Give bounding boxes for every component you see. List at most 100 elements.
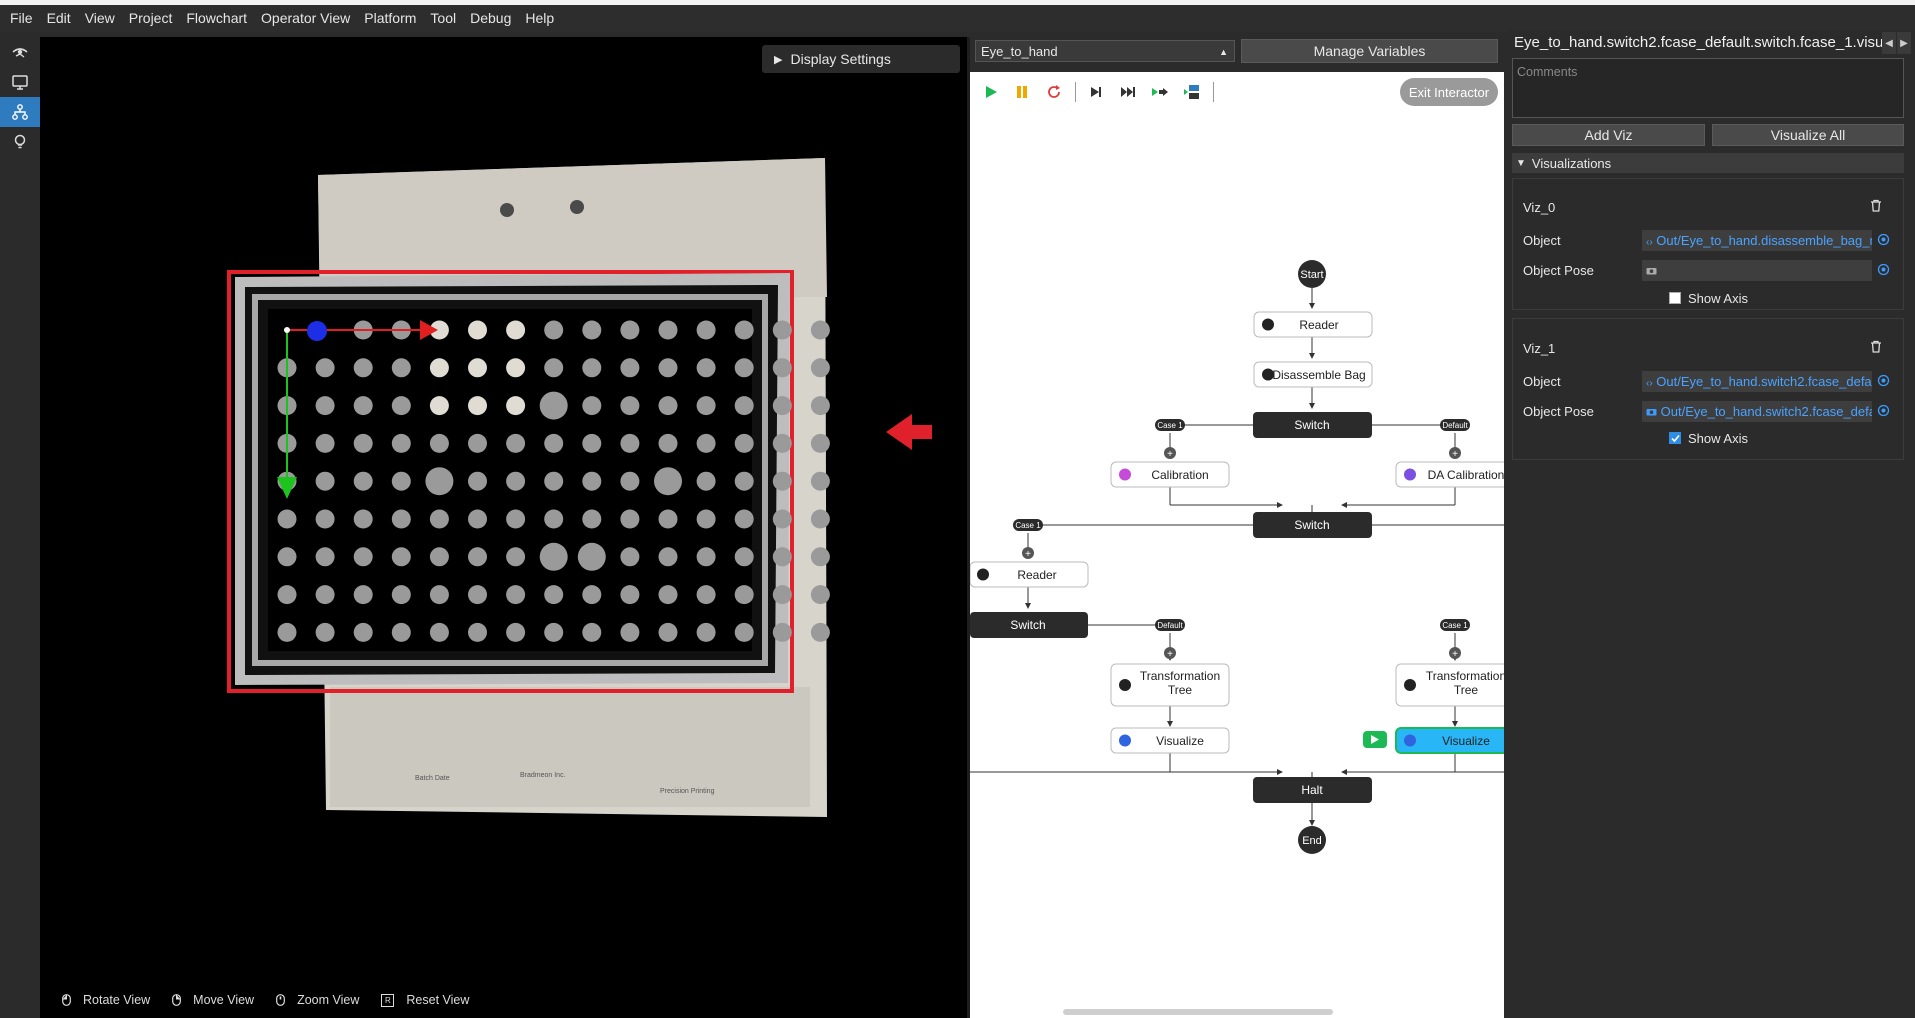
visualizations-section-header[interactable]: ▼ Visualizations	[1512, 153, 1904, 173]
grid-dot	[810, 471, 830, 491]
viz-1-object-target-button[interactable]	[1877, 374, 1890, 390]
manage-variables-button[interactable]: Manage Variables	[1241, 39, 1498, 63]
title-scroll-right-button[interactable]: ▶	[1897, 32, 1911, 54]
camera-icon	[1646, 268, 1657, 275]
grid-dot	[658, 396, 678, 416]
reset-button[interactable]	[1045, 83, 1063, 101]
grid-dot	[810, 358, 830, 378]
visualize-all-button[interactable]: Visualize All	[1712, 124, 1904, 146]
grid-dot	[544, 509, 564, 529]
node-switch-2-label: Switch	[1294, 518, 1329, 532]
viz-1-pose-field[interactable]: Out/Eye_to_hand.switch2.fcase_defau	[1642, 401, 1872, 422]
exit-interactor-button[interactable]: Exit Interactor	[1400, 78, 1498, 106]
grid-dot	[429, 509, 449, 529]
grid-dot	[468, 509, 487, 529]
comments-field[interactable]: Comments	[1512, 58, 1904, 118]
toolbar-divider-2	[1213, 82, 1214, 102]
svg-text:Precision Printing: Precision Printing	[660, 788, 715, 795]
grid-dot	[620, 622, 640, 642]
grid-dot	[468, 320, 487, 340]
display-settings-toggle[interactable]: ▶ Display Settings	[762, 45, 960, 73]
toolbar-bulb-button[interactable]	[0, 127, 40, 157]
viz-1-pose-label: Object Pose	[1523, 404, 1594, 419]
menu-project[interactable]: Project	[122, 5, 180, 32]
grid-dot	[772, 320, 792, 340]
chevron-right-icon: ▶	[1900, 37, 1908, 49]
debug-node-button[interactable]	[1183, 83, 1201, 101]
menu-file[interactable]: File	[0, 5, 40, 32]
viz-1-show-axis-checkbox[interactable]	[1669, 432, 1681, 444]
fast-forward-button[interactable]	[1119, 83, 1137, 101]
viz-0-pose-target-button[interactable]	[1877, 263, 1890, 279]
toolbar-eye-hand-button[interactable]	[0, 37, 40, 67]
menu-debug[interactable]: Debug	[463, 5, 518, 32]
node-switch-3-label: Switch	[1010, 618, 1045, 632]
grid-dot	[582, 471, 602, 491]
step-button[interactable]	[1087, 83, 1105, 101]
grid-dot	[429, 585, 449, 605]
menu-edit[interactable]: Edit	[40, 5, 78, 32]
grid-dot	[425, 467, 454, 496]
chevron-left-icon: ◀	[1885, 37, 1893, 49]
menu-bar: File Edit View Project Flowchart Operato…	[0, 5, 1915, 32]
viz-0-delete-button[interactable]	[1870, 199, 1882, 215]
viz-1-object-label: Object	[1523, 374, 1561, 389]
viz-0-object-target-button[interactable]	[1877, 233, 1890, 249]
viz-0-pose-field[interactable]	[1642, 260, 1872, 281]
viz-1-pose-target-button[interactable]	[1877, 404, 1890, 420]
grid-dot	[810, 585, 830, 605]
viz-1-name: Viz_1	[1523, 341, 1556, 356]
title-scroll-left-button[interactable]: ◀	[1882, 32, 1896, 54]
grid-dot	[468, 622, 487, 642]
viz-0-show-axis-checkbox[interactable]	[1669, 292, 1681, 304]
trash-icon	[1871, 199, 1881, 212]
viz-0-object-label: Object	[1523, 233, 1561, 248]
flowchart-canvas[interactable]: + + + + + Start End Reader Disassemble Bag S…	[970, 72, 1504, 1018]
svg-text:+: +	[1167, 649, 1173, 660]
run-button[interactable]	[982, 83, 1000, 101]
svg-text:Batch Date: Batch Date	[415, 775, 450, 782]
node-visualize-1-label: Visualize	[1156, 734, 1204, 748]
hint-zoom: Zoom View	[272, 993, 359, 1007]
grid-dot	[810, 320, 830, 340]
grid-dot	[582, 509, 602, 529]
viz-0-object-field[interactable]: ‹› Out/Eye_to_hand.disassemble_bag_n	[1642, 230, 1872, 251]
toolbar-monitor-button[interactable]	[0, 67, 40, 97]
project-selector[interactable]: Eye_to_hand ▲	[975, 40, 1235, 62]
grid-dot	[772, 358, 792, 378]
pause-button[interactable]	[1013, 83, 1031, 101]
toolbar-flowchart-button[interactable]	[0, 97, 40, 127]
3d-viewport[interactable]: Batch Date Bradmeon Inc. Precision Print…	[40, 37, 967, 1018]
grid-dot	[429, 622, 449, 642]
step-into-button[interactable]	[1151, 83, 1169, 101]
grid-dot	[620, 320, 640, 340]
node-reader-1-label: Reader	[1299, 318, 1338, 332]
menu-help[interactable]: Help	[518, 5, 561, 32]
fast-forward-icon	[1121, 87, 1135, 97]
target-icon	[1877, 263, 1890, 276]
menu-flowchart[interactable]: Flowchart	[179, 5, 254, 32]
add-viz-button[interactable]: Add Viz	[1512, 124, 1705, 146]
reset-key-icon: R	[381, 993, 395, 1007]
menu-operator-view[interactable]: Operator View	[254, 5, 357, 32]
viz-1-delete-button[interactable]	[1870, 340, 1882, 356]
menu-view[interactable]: View	[78, 5, 122, 32]
grid-dot	[658, 320, 678, 340]
grid-dot	[620, 509, 640, 529]
default-tag-a: Default	[1442, 421, 1468, 430]
flowchart-horizontal-scrollbar[interactable]	[1063, 1009, 1333, 1015]
grid-dot	[734, 433, 754, 453]
menu-platform[interactable]: Platform	[357, 5, 423, 32]
grid-dot	[544, 471, 564, 491]
node-start-label: Start	[1300, 269, 1323, 281]
svg-text:+: +	[1452, 649, 1458, 660]
viz-1-object-field[interactable]: ‹› Out/Eye_to_hand.switch2.fcase_defau	[1642, 371, 1872, 392]
grid-dot	[696, 320, 716, 340]
grid-dot	[734, 471, 754, 491]
menu-tool[interactable]: Tool	[423, 5, 463, 32]
checkmark-icon	[1670, 434, 1680, 442]
viz-0-object-value: Out/Eye_to_hand.disassemble_bag_n	[1656, 233, 1872, 248]
grid-dot	[315, 433, 335, 453]
grid-dot	[506, 585, 526, 605]
grid-dot	[696, 358, 716, 378]
